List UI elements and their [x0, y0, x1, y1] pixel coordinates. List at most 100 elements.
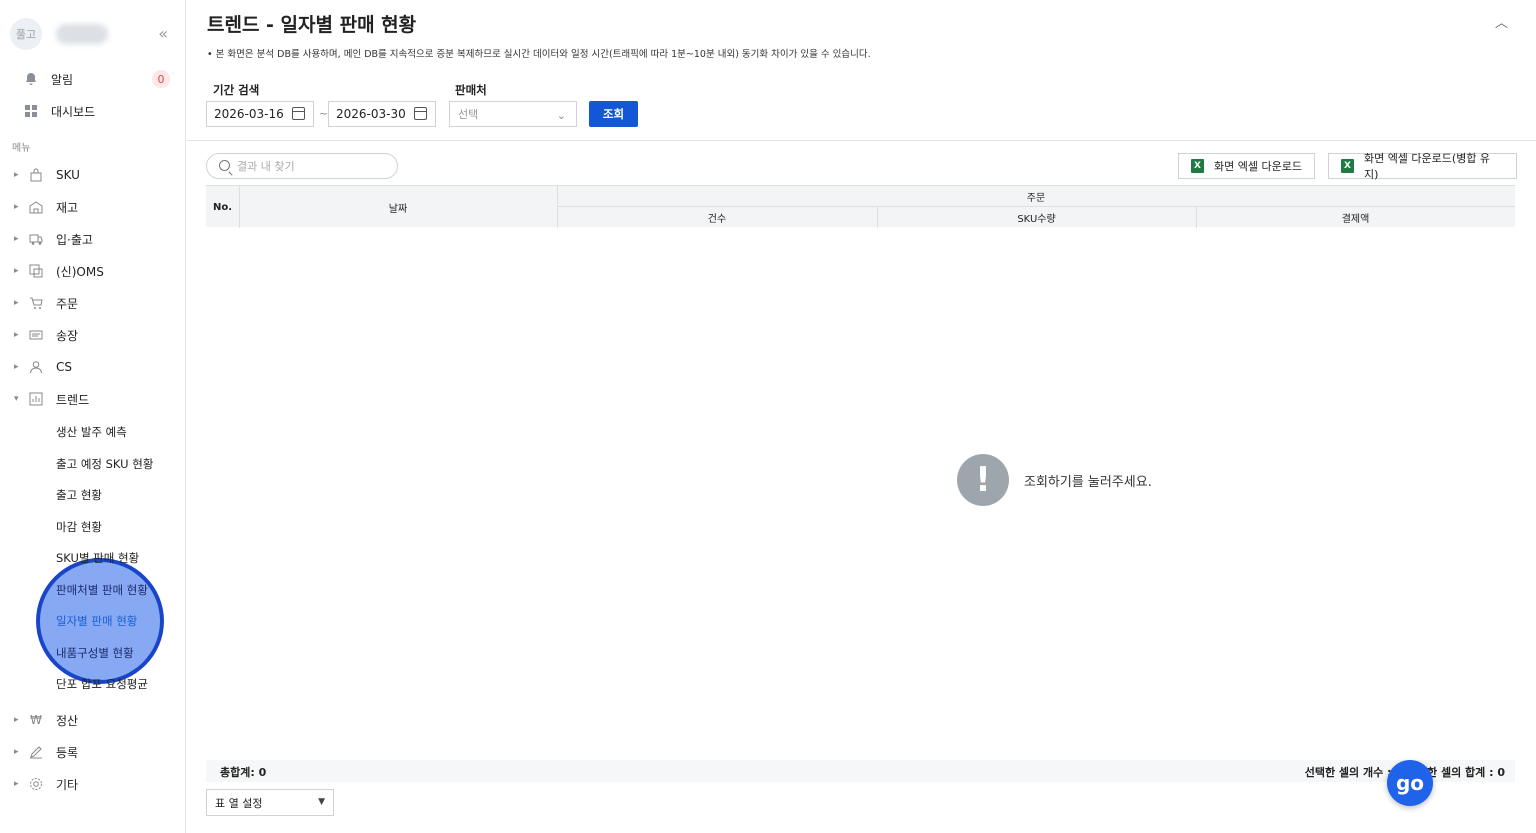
caret-down-icon: ▾	[14, 394, 19, 404]
person-icon	[28, 359, 44, 375]
column-settings-select[interactable]: 표 열 설정 ▼	[206, 789, 334, 816]
column-header-date[interactable]: 날짜	[239, 186, 557, 228]
sidebar-item-register[interactable]: ▸ 등록	[0, 738, 186, 766]
submenu-sku-sales[interactable]: SKU별 판매 현황	[56, 550, 139, 566]
excel-download-merge-label: 화면 엑셀 다운로드(병합 유지)	[1363, 152, 1491, 181]
sidebar-item-label: (신)OMS	[56, 264, 104, 279]
sidebar-item-label: 등록	[56, 745, 79, 760]
sidebar: 풀고 « 알림 0 대시보드 메뉴 ▸ SKU ▸ 재고 ▸ 입·출고 ▸ (신…	[0, 0, 186, 833]
start-date-input[interactable]: 2026-03-16	[206, 101, 314, 127]
submenu-expected-sku[interactable]: 출고 예정 SKU 현황	[56, 456, 153, 472]
sidebar-item-oms[interactable]: ▸ (신)OMS	[0, 257, 186, 285]
calendar-icon[interactable]	[292, 107, 305, 120]
submenu-seller-sales[interactable]: 판매처별 판매 현황	[56, 582, 148, 598]
sidebar-item-label: 송장	[56, 328, 79, 343]
sidebar-item-trend[interactable]: ▾ 트렌드	[0, 385, 186, 413]
menu-section-label: 메뉴	[12, 143, 31, 154]
caret-right-icon: ▸	[14, 234, 19, 244]
caret-right-icon: ▸	[14, 330, 19, 340]
caret-right-icon: ▸	[14, 202, 19, 212]
sidebar-item-label: 입·출고	[56, 232, 93, 247]
page-title: 트렌드 - 일자별 판매 현황	[207, 14, 417, 36]
column-header-count[interactable]: 건수	[557, 207, 877, 228]
excel-icon: X	[1191, 159, 1204, 173]
grid-footer: 총합계: 0 선택한 셀의 개수 : 0 선택한 셀의 합계 : 0	[206, 760, 1515, 782]
period-label: 기간 검색	[213, 83, 260, 97]
calendar-icon[interactable]	[414, 107, 427, 120]
main-content: 트렌드 - 일자별 판매 현황 ︿ • 본 화면은 분석 DB를 사용하며, 메…	[187, 0, 1536, 833]
grid-header: No. 날짜 주문 건수 SKU수량 결제액	[206, 185, 1515, 228]
caret-right-icon: ▸	[14, 298, 19, 308]
dashboard-icon	[23, 103, 39, 119]
date-separator: ~	[319, 107, 329, 120]
gear-icon	[28, 776, 44, 792]
column-header-payment[interactable]: 결제액	[1196, 207, 1515, 228]
total-sum: 총합계: 0	[220, 766, 267, 779]
caret-right-icon: ▸	[14, 747, 19, 757]
start-date-value: 2026-03-16	[214, 107, 284, 121]
oms-icon	[28, 263, 44, 279]
result-search-input[interactable]: 결과 내 찾기	[206, 153, 398, 179]
seller-select-placeholder: 선택	[458, 108, 479, 121]
seller-select[interactable]: 선택 ⌄	[449, 101, 577, 127]
submenu-shipment-status[interactable]: 출고 현황	[56, 487, 102, 503]
caret-right-icon: ▸	[14, 362, 19, 372]
result-search-placeholder: 결과 내 찾기	[237, 160, 295, 173]
sidebar-item-label: SKU	[56, 168, 80, 182]
won-icon: ₩	[30, 713, 42, 727]
column-header-no[interactable]: No.	[206, 186, 239, 228]
end-date-value: 2026-03-30	[336, 107, 406, 121]
excel-download-merge-button[interactable]: X 화면 엑셀 다운로드(병합 유지)	[1328, 152, 1517, 181]
sidebar-header: 풀고 «	[10, 18, 180, 50]
caret-right-icon: ▸	[14, 170, 19, 180]
submenu-pack-average[interactable]: 단포 합포 요청평균	[56, 676, 148, 692]
truck-icon	[28, 231, 44, 247]
sidebar-item-label: 정산	[56, 713, 79, 728]
collapse-sidebar-icon[interactable]: «	[158, 24, 168, 43]
sidebar-item-label: 기타	[56, 777, 79, 792]
bell-icon	[23, 71, 39, 87]
sidebar-item-dashboard[interactable]: 대시보드	[0, 97, 186, 125]
submenu-production-forecast[interactable]: 생산 발주 예측	[56, 424, 127, 440]
sidebar-item-sku[interactable]: ▸ SKU	[0, 161, 186, 189]
sidebar-item-invoice[interactable]: ▸ 송장	[0, 321, 186, 349]
excel-icon: X	[1341, 159, 1354, 173]
column-header-sku-qty[interactable]: SKU수량	[877, 207, 1196, 228]
caret-right-icon: ▸	[14, 266, 19, 276]
blurred-username	[56, 24, 108, 44]
invoice-icon	[28, 327, 44, 343]
sidebar-item-settlement[interactable]: ▸ ₩ 정산	[0, 706, 186, 734]
sidebar-item-label: CS	[56, 360, 72, 374]
section-divider	[187, 140, 1536, 141]
sync-notice: • 본 화면은 분석 DB를 사용하며, 메인 DB를 지속적으로 증분 복제하…	[207, 49, 871, 60]
caret-right-icon: ▸	[14, 779, 19, 789]
submenu-bundle-status[interactable]: 내품구성별 현황	[56, 645, 134, 661]
chevron-up-icon[interactable]: ︿	[1495, 12, 1508, 31]
alert-count-badge: 0	[152, 70, 170, 88]
pencil-icon	[28, 744, 44, 760]
search-button[interactable]: 조회	[589, 101, 638, 127]
avatar[interactable]: 풀고	[10, 18, 42, 50]
sidebar-item-inout[interactable]: ▸ 입·출고	[0, 225, 186, 253]
chevron-down-icon: ⌄	[556, 109, 566, 122]
column-group-order: 주문	[557, 186, 1515, 207]
sidebar-item-alerts[interactable]: 알림 0	[0, 65, 186, 93]
sidebar-item-label: 재고	[56, 200, 79, 215]
sidebar-item-orders[interactable]: ▸ 주문	[0, 289, 186, 317]
chat-widget-button[interactable]: go	[1387, 760, 1433, 806]
end-date-input[interactable]: 2026-03-30	[328, 101, 436, 127]
sidebar-item-inventory[interactable]: ▸ 재고	[0, 193, 186, 221]
empty-state-message: 조회하기를 눌러주세요.	[1024, 475, 1152, 490]
sidebar-item-label: 트렌드	[56, 392, 90, 407]
sidebar-item-etc[interactable]: ▸ 기타	[0, 770, 186, 798]
sidebar-item-cs[interactable]: ▸ CS	[0, 353, 186, 381]
submenu-daily-sales[interactable]: 일자별 판매 현황	[56, 613, 137, 629]
warehouse-icon	[28, 199, 44, 215]
caret-down-icon: ▼	[318, 797, 325, 807]
submenu-closing-status[interactable]: 마감 현황	[56, 519, 102, 535]
column-settings-label: 표 열 설정	[215, 796, 263, 810]
caret-right-icon: ▸	[14, 715, 19, 725]
chart-icon	[28, 391, 44, 407]
excel-download-button[interactable]: X 화면 엑셀 다운로드	[1178, 153, 1315, 179]
alert-icon: !	[957, 454, 1009, 506]
